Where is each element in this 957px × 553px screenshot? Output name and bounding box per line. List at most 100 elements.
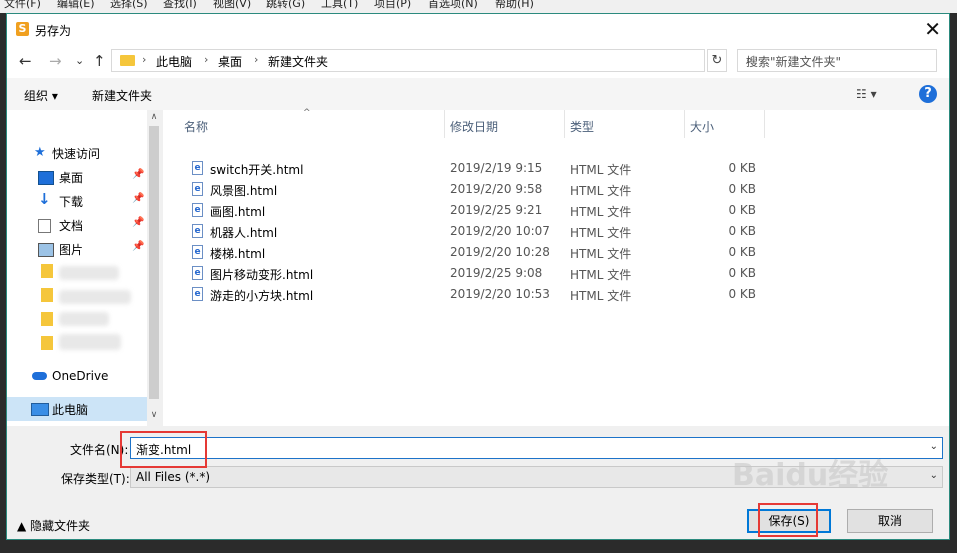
menu-preferences[interactable]: 首选项(N) — [428, 0, 478, 11]
sidebar-item-desktop[interactable]: 桌面 📌 — [7, 166, 147, 188]
cancel-button[interactable]: 取消 — [847, 509, 933, 533]
cloud-icon — [32, 372, 47, 380]
close-button[interactable]: ✕ — [924, 17, 941, 41]
chevron-down-icon[interactable]: ⌄ — [930, 470, 938, 481]
folder-icon — [41, 336, 53, 350]
help-icon[interactable]: ? — [919, 85, 937, 103]
title-bar: S 另存为 ✕ — [7, 14, 949, 44]
menu-help[interactable]: 帮助(H) — [495, 0, 534, 11]
scroll-down-icon[interactable]: ∨ — [147, 410, 161, 420]
blurred-folder-name — [59, 312, 109, 326]
table-row[interactable]: e 画图.html 2019/2/25 9:21 HTML 文件 0 KB — [163, 200, 949, 221]
star-icon: ★ — [34, 145, 46, 160]
hide-folders-toggle[interactable]: ▲ 隐藏文件夹 — [17, 517, 90, 534]
pictures-icon — [38, 243, 54, 257]
forward-arrow-icon[interactable]: → — [49, 52, 62, 70]
table-row[interactable]: e 楼梯.html 2019/2/20 10:28 HTML 文件 0 KB — [163, 242, 949, 263]
chevron-down-icon[interactable]: ⌄ — [930, 441, 938, 452]
html-file-icon: e — [192, 266, 203, 280]
sidebar-item-quick-access[interactable]: ★ 快速访问 — [7, 142, 147, 164]
file-name: 机器人.html — [210, 226, 278, 240]
menu-goto[interactable]: 跳转(G) — [266, 0, 305, 11]
download-icon: ↓ — [38, 190, 51, 208]
html-file-icon: e — [192, 287, 203, 301]
scroll-thumb[interactable] — [149, 126, 159, 399]
sidebar-item-label: 此电脑 — [52, 403, 89, 417]
file-date: 2019/2/19 9:15 — [450, 161, 543, 175]
menu-tools[interactable]: 工具(T) — [321, 0, 358, 11]
file-type: HTML 文件 — [570, 289, 632, 303]
file-name: switch开关.html — [210, 163, 304, 177]
table-row[interactable]: e 游走的小方块.html 2019/2/20 10:53 HTML 文件 0 … — [163, 284, 949, 305]
column-header-date[interactable]: 修改日期 — [445, 110, 565, 138]
html-file-icon: e — [192, 245, 203, 259]
file-size: 0 KB — [728, 161, 756, 175]
file-size: 0 KB — [728, 224, 756, 238]
documents-icon — [38, 219, 51, 233]
sidebar-item-pictures[interactable]: 图片 📌 — [7, 238, 147, 260]
file-date: 2019/2/20 10:53 — [450, 287, 550, 301]
table-row[interactable]: e 风景图.html 2019/2/20 9:58 HTML 文件 0 KB — [163, 179, 949, 200]
file-size: 0 KB — [728, 203, 756, 217]
column-header-size[interactable]: 大小 — [685, 110, 765, 138]
back-arrow-icon[interactable]: ← — [19, 52, 32, 70]
file-type: HTML 文件 — [570, 247, 632, 261]
sidebar-item-this-pc[interactable]: 此电脑 — [7, 397, 147, 421]
file-size: 0 KB — [728, 182, 756, 196]
desktop-icon — [38, 171, 54, 185]
sidebar-item-documents[interactable]: 文档 📌 — [7, 214, 147, 236]
sidebar-item-onedrive[interactable]: OneDrive — [7, 366, 147, 388]
app-logo-icon: S — [16, 22, 29, 36]
up-arrow-icon[interactable]: ↑ — [93, 52, 106, 70]
column-label: 大小 — [690, 120, 715, 134]
column-label: 类型 — [570, 120, 595, 134]
view-options-button[interactable]: ☷ ▾ — [856, 87, 877, 101]
chevron-right-icon: › — [254, 53, 259, 66]
pin-icon: 📌 — [132, 241, 145, 252]
file-name: 画图.html — [210, 205, 266, 219]
table-row[interactable]: e 图片移动变形.html 2019/2/25 9:08 HTML 文件 0 K… — [163, 263, 949, 284]
breadcrumb-this-pc[interactable]: 此电脑 — [156, 53, 192, 70]
refresh-button[interactable]: ↻ — [707, 49, 727, 72]
table-row[interactable]: e switch开关.html 2019/2/19 9:15 HTML 文件 0… — [163, 158, 949, 179]
menu-select[interactable]: 选择(S) — [110, 0, 148, 11]
search-input[interactable]: 搜索"新建文件夹" ⌕ — [737, 49, 937, 72]
file-list: 名称 ^ 修改日期 类型 大小 e switch开关.html 2019/2/1… — [163, 108, 949, 426]
breadcrumb-desktop[interactable]: 桌面 — [218, 53, 242, 70]
pin-icon: 📌 — [132, 169, 145, 180]
menu-view[interactable]: 视图(V) — [213, 0, 251, 11]
file-name: 图片移动变形.html — [210, 268, 314, 282]
organize-button[interactable]: 组织 ▾ — [24, 87, 58, 104]
breadcrumb-new-folder[interactable]: 新建文件夹 — [268, 53, 328, 70]
sidebar-item-label: 图片 — [59, 243, 84, 257]
recent-dropdown-icon[interactable]: ⌄ — [75, 54, 84, 67]
app-menu-bar: 文件(F) 编辑(E) 选择(S) 查找(I) 视图(V) 跳转(G) 工具(T… — [0, 0, 957, 13]
column-header-name[interactable]: 名称 ^ — [163, 108, 445, 138]
menu-project[interactable]: 项目(P) — [374, 0, 411, 11]
menu-find[interactable]: 查找(I) — [163, 0, 197, 11]
html-file-icon: e — [192, 161, 203, 175]
menu-file[interactable]: 文件(F) — [4, 0, 41, 11]
new-folder-button[interactable]: 新建文件夹 — [92, 87, 152, 104]
folder-icon — [120, 55, 135, 66]
watermark-logo: Baidu经验 — [732, 458, 889, 493]
sidebar-item-downloads[interactable]: ↓ 下载 📌 — [7, 190, 147, 212]
highlight-annotation — [120, 431, 207, 468]
sidebar-item-label: 下载 — [59, 195, 84, 209]
chevron-up-icon: ▲ — [17, 519, 31, 533]
navigation-bar: ← → ⌄ ↑ › 此电脑 › 桌面 › 新建文件夹 ⌄ ↻ 搜索"新建文件夹"… — [7, 44, 949, 78]
column-header-type[interactable]: 类型 — [565, 110, 685, 138]
scroll-up-icon[interactable]: ∧ — [147, 112, 161, 122]
table-row[interactable]: e 机器人.html 2019/2/20 10:07 HTML 文件 0 KB — [163, 221, 949, 242]
sidebar-item-label: 桌面 — [59, 171, 84, 185]
html-file-icon: e — [192, 182, 203, 196]
blurred-folder-name — [59, 290, 131, 304]
pin-icon: 📌 — [132, 193, 145, 204]
menu-edit[interactable]: 编辑(E) — [57, 0, 95, 11]
address-bar[interactable]: › 此电脑 › 桌面 › 新建文件夹 ⌄ — [111, 49, 799, 72]
folder-icon — [41, 288, 53, 302]
filetype-value: All Files (*.*) — [136, 470, 211, 484]
file-size: 0 KB — [728, 287, 756, 301]
blurred-folder-name — [59, 266, 119, 280]
sidebar-scrollbar[interactable]: ∧ ∨ — [147, 110, 161, 426]
